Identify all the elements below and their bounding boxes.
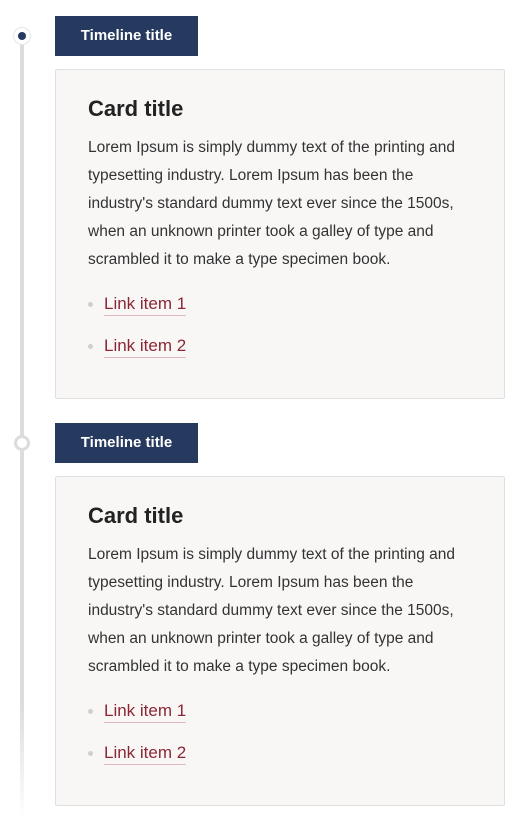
card-title: Card title	[88, 503, 184, 528]
timeline-title-tag: Timeline title	[55, 16, 198, 56]
link-list: Link item 1 Link item 2	[88, 288, 474, 372]
timeline-title-tag: Timeline title	[55, 423, 198, 463]
card-body-text: Lorem Ipsum is simply dummy text of the …	[88, 546, 455, 675]
timeline-card: Card title Lorem Ipsum is simply dummy t…	[55, 476, 505, 806]
timeline-marker-inactive	[14, 435, 30, 451]
link-item-2[interactable]: Link item 2	[104, 336, 187, 358]
timeline-line	[20, 36, 24, 820]
card-title: Card title	[88, 96, 184, 121]
card-body-text: Lorem Ipsum is simply dummy text of the …	[88, 139, 455, 268]
link-item-1[interactable]: Link item 1	[104, 701, 187, 723]
timeline-marker-active	[14, 28, 30, 44]
timeline-card: Card title Lorem Ipsum is simply dummy t…	[55, 69, 505, 399]
list-item: Link item 2	[88, 330, 474, 372]
list-item: Link item 2	[88, 737, 474, 779]
timeline: Timeline title Card title Lorem Ipsum is…	[0, 0, 517, 820]
link-item-1[interactable]: Link item 1	[104, 294, 187, 316]
list-item: Link item 1	[88, 695, 474, 737]
list-item: Link item 1	[88, 288, 474, 330]
link-item-2[interactable]: Link item 2	[104, 743, 187, 765]
link-list: Link item 1 Link item 2	[88, 695, 474, 779]
